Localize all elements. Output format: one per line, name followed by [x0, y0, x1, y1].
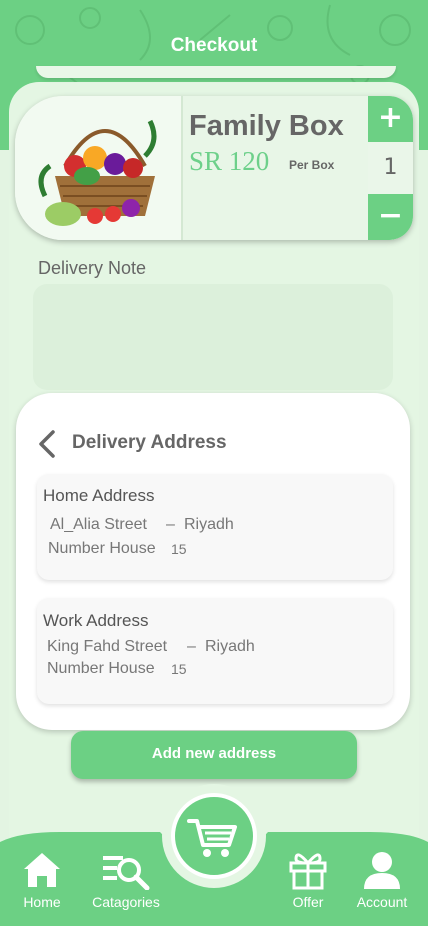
cart-button[interactable] [171, 793, 257, 879]
address-house-number: 15 [171, 661, 187, 677]
address-label: Home Address [43, 486, 155, 505]
nav-label: Catagories [92, 894, 160, 910]
address-city: Riyadh [205, 638, 255, 655]
vegetable-basket-image [38, 119, 157, 226]
address-street: Al_Alia Street [50, 516, 147, 533]
search-list-icon [103, 856, 150, 891]
product-image [15, 96, 183, 240]
delivery-note-label: Delivery Note [38, 258, 147, 278]
back-arrow-icon[interactable] [36, 429, 58, 459]
address-house-label: Number House [47, 660, 155, 677]
product-price: SR 120 [189, 146, 270, 176]
home-icon [24, 853, 60, 887]
nav-label: Account [356, 894, 408, 910]
quantity-stepper: + 1 − [368, 96, 413, 240]
user-icon [364, 852, 400, 889]
address-separator: – [166, 516, 175, 533]
gift-icon [289, 853, 327, 890]
nav-item-account[interactable]: Account [353, 850, 411, 910]
quantity-value: 1 [383, 155, 398, 180]
nav-label: Home [23, 894, 61, 910]
nav-item-categories[interactable]: Catagories [90, 850, 162, 910]
increase-quantity-button[interactable]: + [368, 96, 413, 142]
address-street: King Fahd Street [47, 638, 168, 655]
delivery-address-title: Delivery Address [72, 432, 227, 453]
address-house-label: Number House [48, 540, 156, 557]
address-house-number: 15 [171, 541, 187, 557]
product-unit: Per Box [289, 158, 335, 172]
address-label: Work Address [43, 611, 149, 630]
page-title: Checkout [170, 35, 258, 56]
product-card: Family Box SR 120 Per Box + 1 − [15, 96, 413, 240]
product-name: Family Box [189, 110, 344, 142]
nav-label: Offer [292, 894, 324, 910]
address-card-home[interactable]: Home Address Al_Alia Street – Riyadh Num… [37, 474, 393, 580]
address-separator: – [187, 638, 196, 655]
decrease-quantity-button[interactable]: − [368, 194, 413, 240]
nav-item-offer[interactable]: Offer [284, 850, 332, 910]
cart-icon [187, 819, 237, 857]
nav-item-home[interactable]: Home [16, 850, 68, 910]
address-card-work[interactable]: Work Address King Fahd Street – Riyadh N… [37, 598, 393, 704]
previous-item-card [36, 66, 396, 78]
add-new-address-button[interactable]: Add new address [71, 731, 357, 779]
delivery-note-input[interactable] [33, 284, 393, 390]
address-city: Riyadh [184, 516, 234, 533]
